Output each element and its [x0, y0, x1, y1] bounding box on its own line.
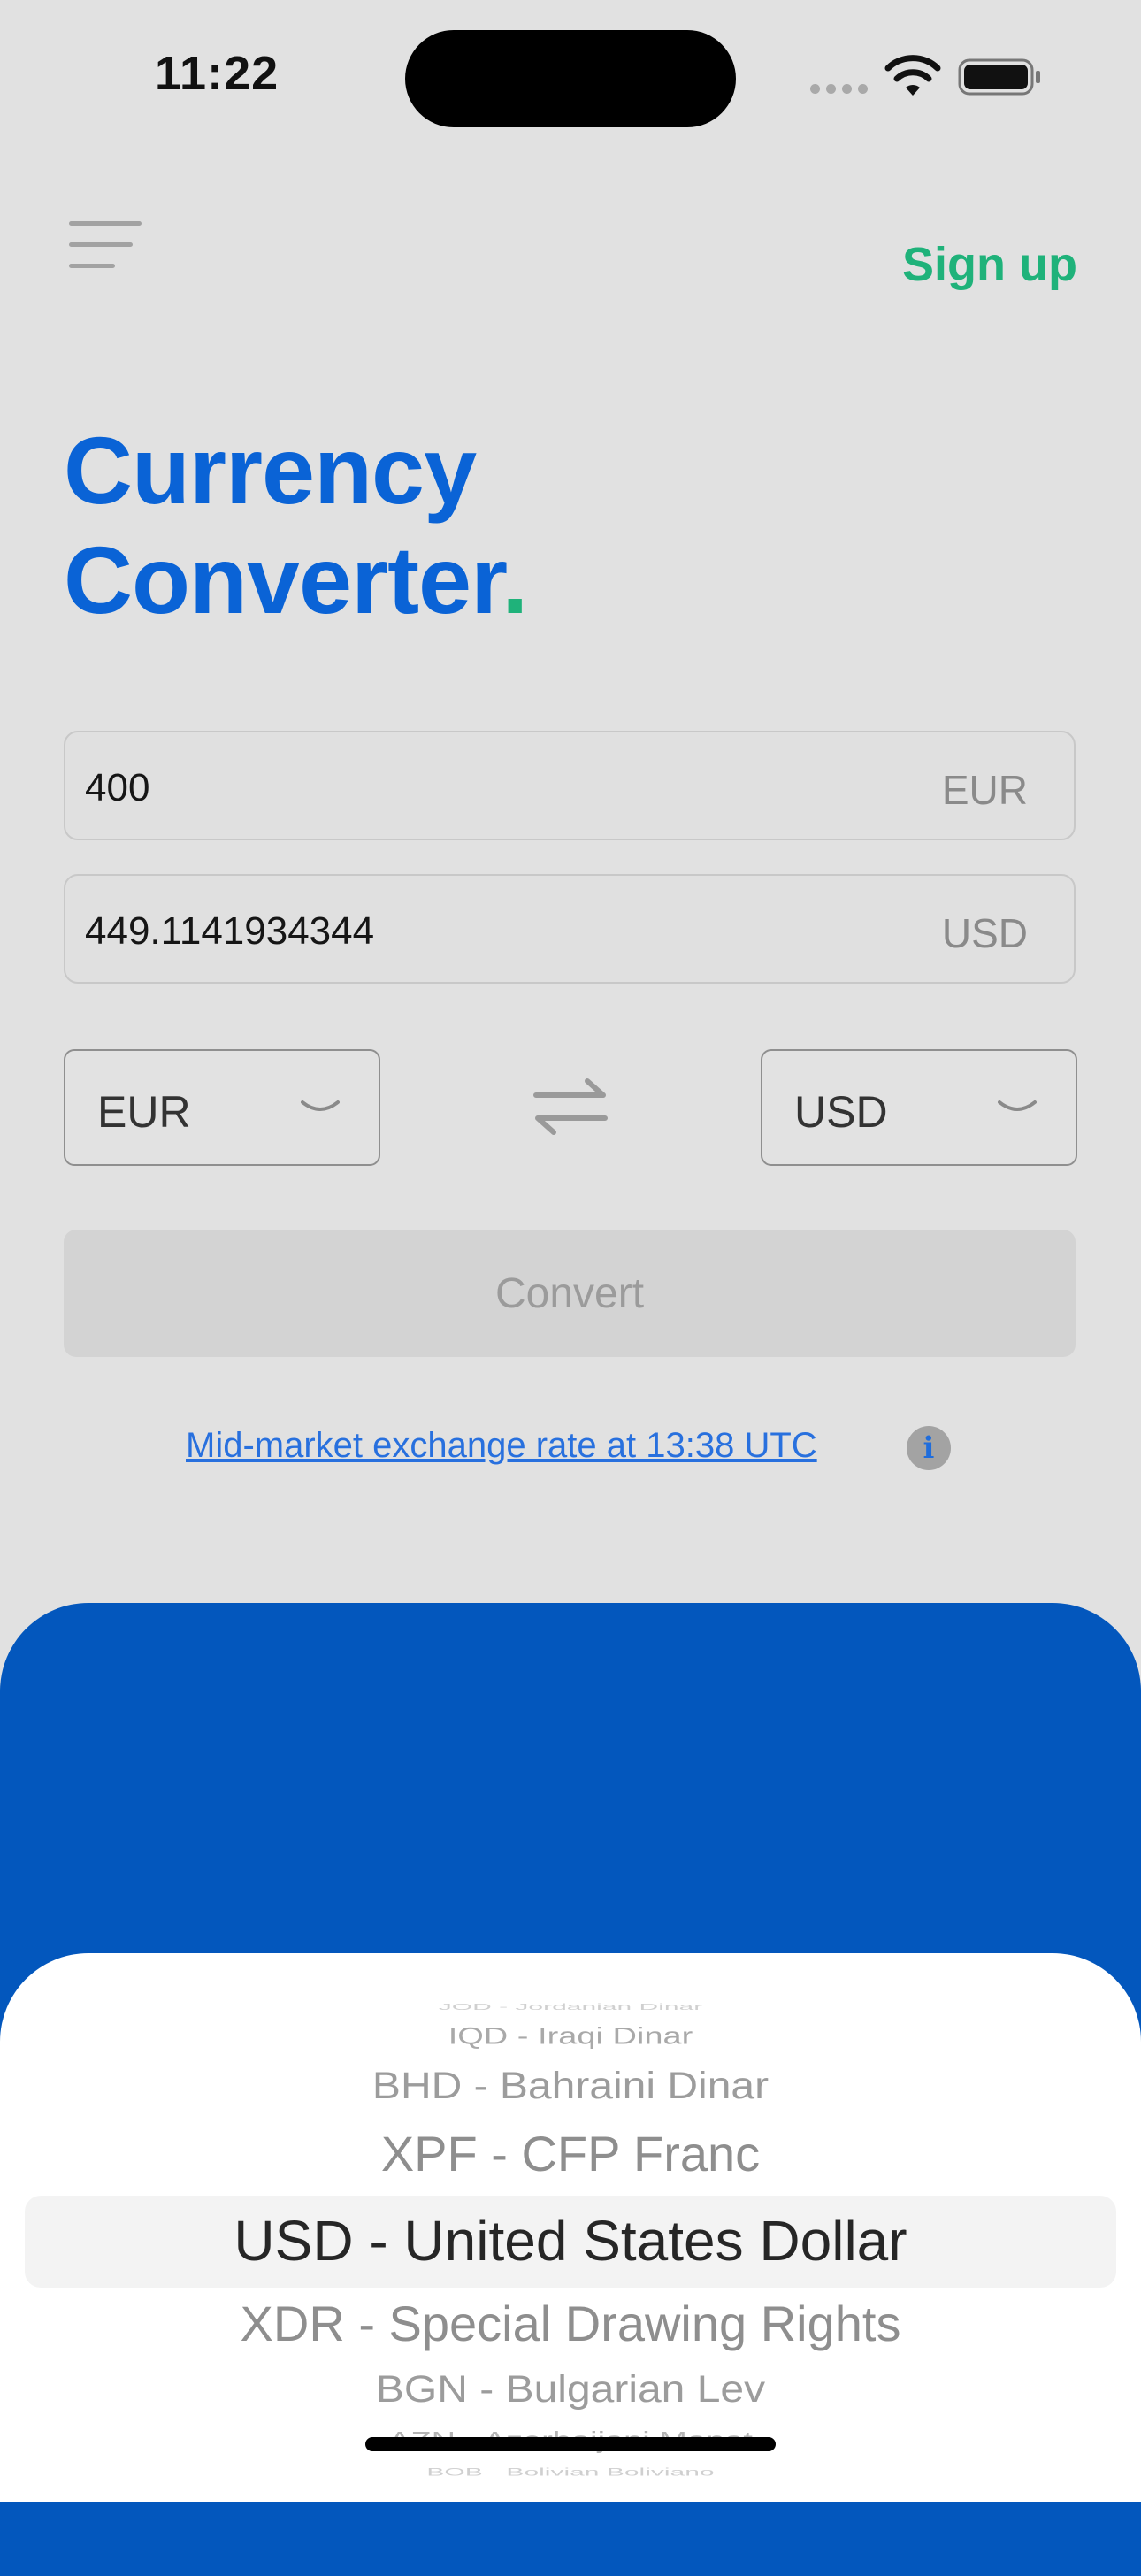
amount-currency: EUR: [941, 767, 1028, 813]
dynamic-island: [405, 30, 736, 127]
battery-icon: [958, 58, 1040, 96]
to-currency-label: USD: [794, 1087, 888, 1137]
currency-picker-sheet[interactable]: JOD - Jordanian Dinar IQD - Iraqi Dinar …: [0, 1953, 1141, 2502]
amount-input[interactable]: 400 EUR: [64, 731, 1076, 840]
picker-item[interactable]: XPF - CFP Franc: [0, 2125, 1141, 2182]
swap-icon[interactable]: [532, 1077, 609, 1136]
picker-item[interactable]: XDR - Special Drawing Rights: [0, 2295, 1141, 2352]
convert-button[interactable]: Convert: [64, 1230, 1076, 1357]
result-field[interactable]: 449.1141934344 USD: [64, 874, 1076, 984]
sign-up-link[interactable]: Sign up: [902, 237, 1077, 292]
from-currency-select[interactable]: EUR: [64, 1049, 380, 1166]
picker-item-selected[interactable]: USD - United States Dollar: [0, 2208, 1141, 2273]
menu-icon[interactable]: [69, 221, 142, 271]
picker-item[interactable]: JOD - Jordanian Dinar: [0, 2002, 1141, 2012]
picker-item[interactable]: BOB - Bolivian Boliviano: [0, 2466, 1141, 2479]
chevron-down-icon: [301, 1100, 340, 1111]
amount-value: 400: [85, 766, 150, 809]
result-currency: USD: [941, 910, 1028, 956]
title-line-2: Converter: [64, 526, 502, 633]
info-icon[interactable]: i: [907, 1426, 951, 1470]
home-indicator: [365, 2437, 776, 2451]
chevron-down-icon: [998, 1100, 1037, 1111]
title-line-1: Currency: [64, 417, 477, 524]
result-value: 449.1141934344: [85, 909, 375, 953]
wifi-icon: [884, 55, 941, 96]
to-currency-select[interactable]: USD: [761, 1049, 1077, 1166]
title-dot: .: [502, 526, 528, 633]
picker-item[interactable]: BHD - Bahraini Dinar: [0, 2065, 1141, 2107]
exchange-rate-link[interactable]: Mid-market exchange rate at 13:38 UTC: [186, 1426, 817, 1466]
cellular-signal-icon: [810, 84, 869, 94]
from-currency-label: EUR: [97, 1087, 191, 1137]
picker-item[interactable]: IQD - Iraqi Dinar: [0, 2023, 1141, 2050]
picker-item[interactable]: BGN - Bulgarian Lev: [0, 2368, 1141, 2411]
status-time: 11:22: [155, 47, 280, 100]
page-title: Currency Converter.: [64, 416, 528, 635]
